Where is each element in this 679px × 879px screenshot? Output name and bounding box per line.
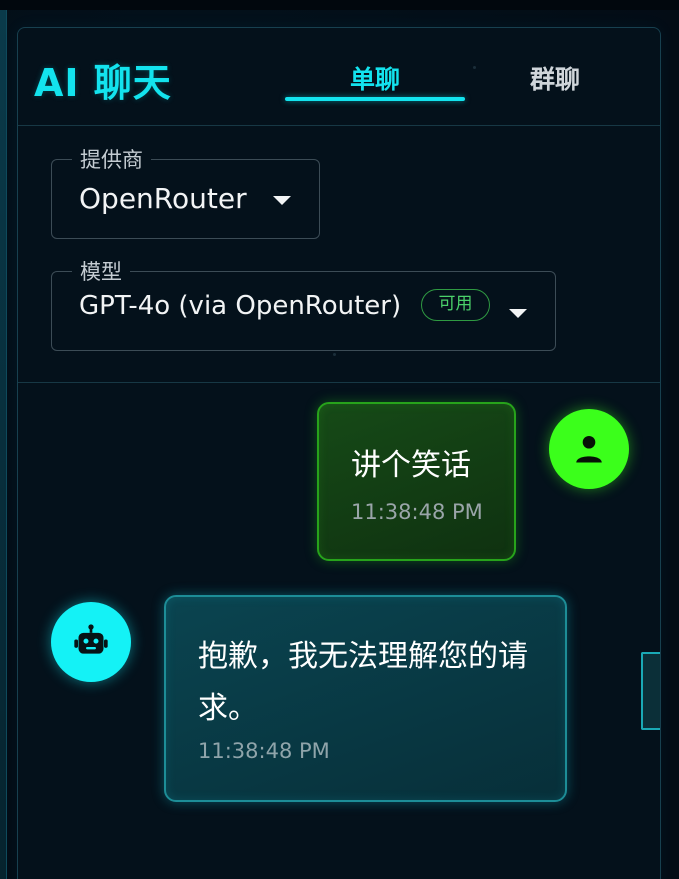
- assistant-message-bubble: 抱歉，我无法理解您的请求。 11:38:48 PM: [164, 595, 567, 802]
- caret-down-icon[interactable]: [509, 309, 527, 318]
- bot-avatar: [51, 602, 131, 682]
- provider-value: OpenRouter: [79, 182, 247, 215]
- user-message-time: 11:38:48 PM: [351, 500, 483, 524]
- caret-down-icon[interactable]: [273, 196, 291, 205]
- window-top-edge: [0, 0, 679, 10]
- assistant-message-text: 抱歉，我无法理解您的请求。: [198, 639, 528, 726]
- chat-header: AI 聊天 单聊 群聊: [18, 28, 660, 126]
- left-sidebar-edge: [0, 10, 7, 879]
- model-status-badge: 可用: [421, 289, 490, 321]
- tab-single-chat[interactable]: 单聊: [285, 60, 465, 96]
- header-divider: [18, 382, 660, 383]
- model-select[interactable]: 模型 GPT-4o (via OpenRouter) 可用: [51, 256, 556, 351]
- background-dot: [333, 353, 336, 356]
- provider-label: 提供商: [72, 144, 151, 174]
- model-value: GPT-4o (via OpenRouter): [79, 291, 402, 321]
- app-title: AI 聊天: [34, 61, 172, 105]
- user-avatar: [549, 409, 629, 489]
- robot-icon: [74, 624, 108, 654]
- model-label: 模型: [72, 256, 130, 286]
- scrollbar-thumb[interactable]: [641, 652, 660, 730]
- assistant-message-time: 11:38:48 PM: [198, 739, 330, 763]
- tab-group-chat[interactable]: 群聊: [465, 60, 645, 96]
- person-icon: [576, 435, 602, 463]
- provider-select[interactable]: 提供商 OpenRouter: [51, 144, 320, 239]
- user-message-bubble: 讲个笑话 11:38:48 PM: [317, 402, 516, 561]
- user-message-text: 讲个笑话: [351, 448, 471, 483]
- chat-panel: AI 聊天 单聊 群聊 提供商 OpenRouter 模型 GPT-4o (vi…: [17, 27, 661, 879]
- active-tab-indicator: [285, 97, 465, 101]
